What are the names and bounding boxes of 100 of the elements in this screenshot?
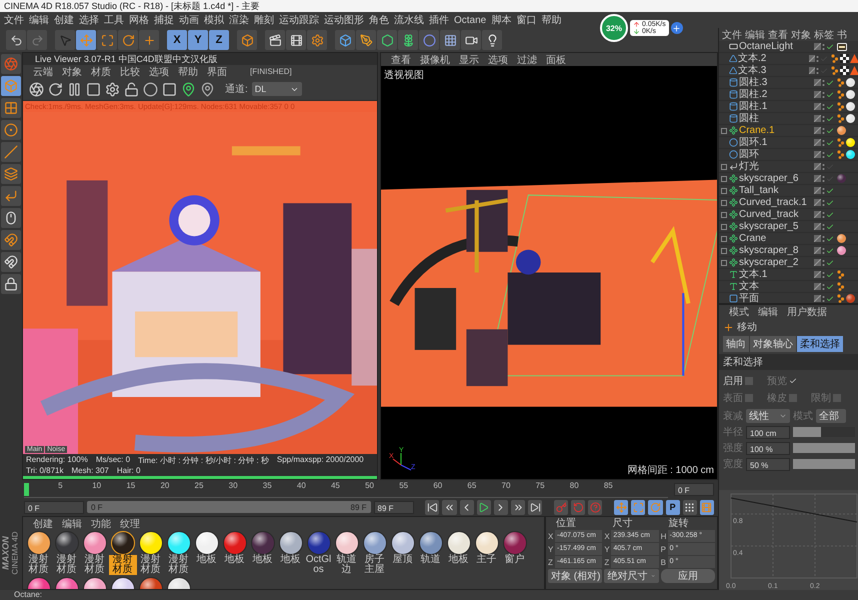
layer-icon[interactable] (814, 91, 821, 98)
visibility-dots-icon[interactable] (822, 78, 825, 86)
key-move-button[interactable] (614, 500, 628, 514)
axis-button[interactable]: X (167, 30, 187, 50)
points-mode-button[interactable] (1, 120, 21, 140)
size-mode-dropdown[interactable]: 绝对尺寸 (604, 569, 659, 583)
camera-tool-button[interactable] (461, 30, 481, 50)
layer-icon[interactable] (814, 271, 821, 278)
object-name[interactable]: Crane (739, 233, 813, 244)
unlock-icon[interactable] (124, 82, 139, 96)
texture-mode-button[interactable] (1, 98, 21, 118)
visibility-dots-icon[interactable] (822, 246, 825, 254)
expand-toggle[interactable] (721, 236, 727, 242)
layer-icon[interactable] (814, 223, 821, 230)
menu-item[interactable]: 查看 (391, 52, 411, 66)
expand-toggle[interactable] (721, 260, 727, 266)
layer-icon[interactable] (814, 43, 821, 50)
timeline-ruler[interactable]: 5 10 15 20 25 30 35 40 45 50 55 60 65 70 75 80 85 (24, 480, 668, 498)
visibility-dots-icon[interactable] (822, 174, 825, 182)
menu-item[interactable]: 创建 (33, 516, 53, 530)
visibility-dots-icon[interactable] (822, 102, 825, 110)
material-swatch[interactable] (362, 531, 386, 555)
edges-mode-button[interactable] (1, 142, 21, 162)
menu-item[interactable]: 流水线 (394, 13, 424, 27)
layer-icon[interactable] (814, 115, 821, 122)
visibility-dots-icon[interactable] (822, 282, 825, 290)
menu-item[interactable]: 编辑 (745, 28, 765, 41)
object-name[interactable]: skyscraper_5 (739, 221, 813, 232)
pin-icon[interactable] (200, 82, 215, 96)
object-name[interactable]: Curved_track.1 (739, 197, 813, 208)
octane-mode-button[interactable] (1, 54, 21, 74)
object-name[interactable]: 文本.2 (738, 53, 808, 64)
next-key-button[interactable] (510, 500, 526, 514)
snap-mode-button[interactable] (1, 230, 21, 250)
enabled-check-icon[interactable] (820, 66, 828, 74)
refresh-icon[interactable] (48, 82, 63, 96)
magnet-mode-button[interactable] (1, 252, 21, 272)
enabled-check-icon[interactable] (820, 54, 828, 62)
enabled-check-icon[interactable] (826, 186, 834, 194)
object-name[interactable]: 圆柱 (739, 113, 813, 124)
pin-icon[interactable] (181, 82, 196, 96)
menu-item[interactable]: 捕捉 (154, 13, 174, 27)
checkbox[interactable] (789, 394, 797, 402)
menu-item[interactable]: 对象 (62, 64, 82, 78)
add-tool-button[interactable] (139, 30, 159, 50)
object-name[interactable]: skyscraper_2 (739, 257, 813, 268)
menu-item[interactable]: 显示 (459, 52, 479, 66)
visibility-dots-icon[interactable] (822, 258, 825, 266)
enabled-check-icon[interactable] (826, 162, 834, 170)
menu-item[interactable]: 编辑 (29, 13, 49, 27)
menu-item[interactable]: 雕刻 (254, 13, 274, 27)
key-help-button[interactable] (588, 500, 602, 514)
enabled-check-icon[interactable] (826, 210, 834, 218)
pen-tool-button[interactable] (356, 30, 376, 50)
enabled-check-icon[interactable] (826, 294, 834, 302)
axis-button[interactable]: Y (188, 30, 208, 50)
layer-icon[interactable] (814, 127, 821, 134)
object-name[interactable]: 灯光 (739, 161, 813, 172)
menu-item[interactable]: 标签 (814, 28, 834, 41)
playhead[interactable] (24, 482, 29, 496)
expand-toggle[interactable] (721, 212, 727, 218)
layer-icon[interactable] (814, 259, 821, 266)
layer-icon[interactable] (814, 187, 821, 194)
object-name[interactable]: 圆环 (739, 149, 813, 160)
axis-button[interactable]: Z (209, 30, 229, 50)
slider[interactable] (793, 443, 855, 453)
render-view-tool-button[interactable] (286, 30, 306, 50)
enabled-check-icon[interactable] (826, 246, 834, 254)
enabled-check-icon[interactable] (826, 102, 834, 110)
enabled-check-icon[interactable] (826, 126, 834, 134)
visibility-dots-icon[interactable] (816, 66, 819, 74)
material-swatch[interactable] (110, 531, 134, 555)
layer-icon[interactable] (814, 211, 821, 218)
object-name[interactable]: 文本.1 (739, 269, 813, 280)
render-settings-tool-button[interactable] (307, 30, 327, 50)
layer-icon[interactable] (808, 67, 816, 74)
material-swatch[interactable] (222, 531, 246, 555)
timeline-button[interactable] (700, 500, 714, 514)
menu-item[interactable]: 工具 (104, 13, 124, 27)
visibility-dots-icon[interactable] (822, 138, 825, 146)
object-name[interactable]: 圆环.1 (739, 137, 813, 148)
menu-item[interactable]: 运动跟踪 (279, 13, 319, 27)
visibility-dots-icon[interactable] (822, 294, 825, 302)
checkbox[interactable] (745, 394, 753, 402)
visibility-dots-icon[interactable] (822, 162, 825, 170)
undo-tool-button[interactable] (6, 30, 26, 50)
visibility-dots-icon[interactable] (822, 186, 825, 194)
attribute-tab[interactable]: 对象轴心 (750, 336, 796, 352)
material-swatch[interactable] (138, 531, 162, 555)
expand-toggle[interactable] (721, 128, 727, 134)
visibility-dots-icon[interactable] (816, 54, 819, 62)
layer-icon[interactable] (814, 103, 821, 110)
menu-item[interactable]: 书 (837, 28, 847, 41)
checkbox[interactable] (745, 377, 753, 385)
render-tool-button[interactable] (265, 30, 285, 50)
object-name[interactable]: 平面 (739, 293, 813, 303)
layer-icon[interactable] (814, 235, 821, 242)
prev-frame-button[interactable] (460, 500, 474, 514)
coords-tool-button[interactable] (237, 30, 257, 50)
object-name[interactable]: 文本 (739, 281, 813, 292)
